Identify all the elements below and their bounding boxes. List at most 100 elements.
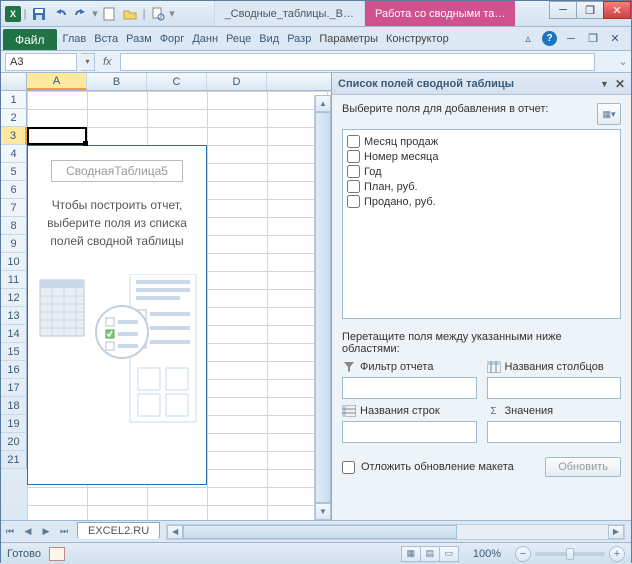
col-header[interactable]: A	[27, 73, 87, 90]
worksheet-grid[interactable]: A B C D 1 2 3 4 5 6 7 8 9 10 11 12 13 14…	[1, 73, 331, 520]
row-header[interactable]: 20	[1, 433, 27, 451]
formula-bar-expand-icon[interactable]: ⌄	[615, 55, 631, 68]
field-item[interactable]: Продано, руб.	[345, 194, 618, 209]
row-header[interactable]: 21	[1, 451, 27, 469]
view-normal-button[interactable]: ▦	[401, 546, 421, 562]
tab-file[interactable]: Файл	[3, 29, 57, 50]
zoom-slider[interactable]: − +	[515, 546, 625, 562]
help-icon[interactable]: ?	[542, 31, 557, 46]
tab-pivot-options[interactable]: Параметры	[315, 27, 382, 50]
field-checkbox[interactable]	[347, 150, 360, 163]
qat-preview-icon[interactable]	[148, 4, 168, 24]
col-header[interactable]: D	[207, 73, 267, 90]
row-header[interactable]: 7	[1, 199, 27, 217]
field-checkbox[interactable]	[347, 165, 360, 178]
window-maximize-button[interactable]: ❐	[576, 1, 604, 19]
drop-zone-filter[interactable]	[342, 377, 477, 399]
row-header[interactable]: 1	[1, 91, 27, 109]
update-button[interactable]: Обновить	[545, 457, 621, 477]
sheet-nav-prev-icon[interactable]: ◀	[19, 523, 37, 541]
formula-bar[interactable]	[120, 53, 595, 71]
zoom-percent[interactable]: 100%	[473, 548, 501, 560]
scroll-down-button[interactable]: ▼	[315, 503, 331, 520]
qat-undo-icon[interactable]	[50, 4, 70, 24]
row-header[interactable]: 6	[1, 181, 27, 199]
field-checkbox[interactable]	[347, 195, 360, 208]
field-item[interactable]: Год	[345, 164, 618, 179]
pane-close-icon[interactable]: ✕	[615, 77, 625, 91]
view-page-layout-button[interactable]: ▤	[420, 546, 440, 562]
drop-zone-columns[interactable]	[487, 377, 622, 399]
row-header[interactable]: 17	[1, 379, 27, 397]
qat-new-icon[interactable]	[99, 4, 119, 24]
horizontal-scrollbar[interactable]: ◀ ▶	[166, 524, 625, 540]
row-header[interactable]: 5	[1, 163, 27, 181]
scroll-right-button[interactable]: ▶	[608, 525, 624, 539]
tab-pivot-design[interactable]: Конструктор	[382, 27, 453, 50]
zoom-track[interactable]	[535, 552, 605, 556]
scroll-thumb[interactable]	[315, 112, 331, 503]
row-header[interactable]: 12	[1, 289, 27, 307]
tab-home[interactable]: Глав	[59, 27, 91, 50]
window-close-button[interactable]: ✕	[603, 1, 631, 19]
zoom-thumb[interactable]	[566, 548, 574, 560]
row-header[interactable]: 3	[1, 127, 27, 145]
macro-record-icon[interactable]	[49, 547, 65, 561]
tab-review[interactable]: Реце	[222, 27, 255, 50]
workbook-minimize-icon[interactable]: ─	[563, 31, 579, 47]
pivot-placeholder[interactable]: СводнаяТаблица5 Чтобы построить отчет, в…	[27, 145, 207, 485]
row-header[interactable]: 9	[1, 235, 27, 253]
field-item[interactable]: Номер месяца	[345, 149, 618, 164]
row-header[interactable]: 18	[1, 397, 27, 415]
tab-view[interactable]: Вид	[255, 27, 283, 50]
pane-menu-icon[interactable]: ▼	[600, 79, 609, 89]
window-minimize-button[interactable]: ─	[549, 1, 577, 19]
drop-zone-rows[interactable]	[342, 421, 477, 443]
tab-developer[interactable]: Разр	[283, 27, 315, 50]
field-item[interactable]: Месяц продаж	[345, 134, 618, 149]
view-page-break-button[interactable]: ▭	[439, 546, 459, 562]
col-header[interactable]: C	[147, 73, 207, 90]
hscroll-thumb[interactable]	[183, 525, 457, 539]
row-header[interactable]: 13	[1, 307, 27, 325]
active-cell[interactable]	[27, 127, 87, 145]
name-box-dropdown[interactable]: ▾	[81, 53, 95, 71]
field-item[interactable]: План, руб.	[345, 179, 618, 194]
qat-redo-icon[interactable]	[71, 4, 91, 24]
row-header[interactable]: 10	[1, 253, 27, 271]
scroll-left-button[interactable]: ◀	[167, 525, 183, 539]
fx-label[interactable]: fx	[103, 56, 112, 68]
col-header[interactable]: B	[87, 73, 147, 90]
tab-formulas[interactable]: Форг	[156, 27, 189, 50]
field-list[interactable]: Месяц продаж Номер месяца Год План, руб.…	[342, 129, 621, 319]
sheet-nav-next-icon[interactable]: ▶	[37, 523, 55, 541]
zoom-out-button[interactable]: −	[515, 546, 531, 562]
name-box[interactable]: A3	[5, 53, 77, 71]
tab-data[interactable]: Данн	[188, 27, 222, 50]
row-header[interactable]: 19	[1, 415, 27, 433]
zoom-in-button[interactable]: +	[609, 546, 625, 562]
vertical-scrollbar[interactable]: ▲ ▼	[314, 95, 331, 520]
pane-layout-button[interactable]: ▦▾	[597, 103, 621, 125]
sheet-nav-first-icon[interactable]: ⏮	[1, 523, 19, 541]
sheet-nav-last-icon[interactable]: ⏭	[55, 523, 73, 541]
workbook-restore-icon[interactable]: ❐	[585, 31, 601, 47]
row-header[interactable]: 2	[1, 109, 27, 127]
row-header[interactable]: 14	[1, 325, 27, 343]
drop-zone-values[interactable]	[487, 421, 622, 443]
field-checkbox[interactable]	[347, 135, 360, 148]
scroll-up-button[interactable]: ▲	[315, 95, 331, 112]
field-checkbox[interactable]	[347, 180, 360, 193]
sheet-tab[interactable]: EXCEL2.RU	[77, 522, 160, 539]
row-header[interactable]: 8	[1, 217, 27, 235]
tab-insert[interactable]: Вста	[90, 27, 122, 50]
row-header[interactable]: 11	[1, 271, 27, 289]
qat-open-icon[interactable]	[120, 4, 140, 24]
tab-layout[interactable]: Разм	[122, 27, 156, 50]
row-header[interactable]: 16	[1, 361, 27, 379]
row-header[interactable]: 15	[1, 343, 27, 361]
ribbon-minimize-icon[interactable]: ▵	[520, 31, 536, 47]
select-all-corner[interactable]	[1, 73, 27, 90]
defer-update-checkbox[interactable]	[342, 461, 355, 474]
qat-save-icon[interactable]	[29, 4, 49, 24]
